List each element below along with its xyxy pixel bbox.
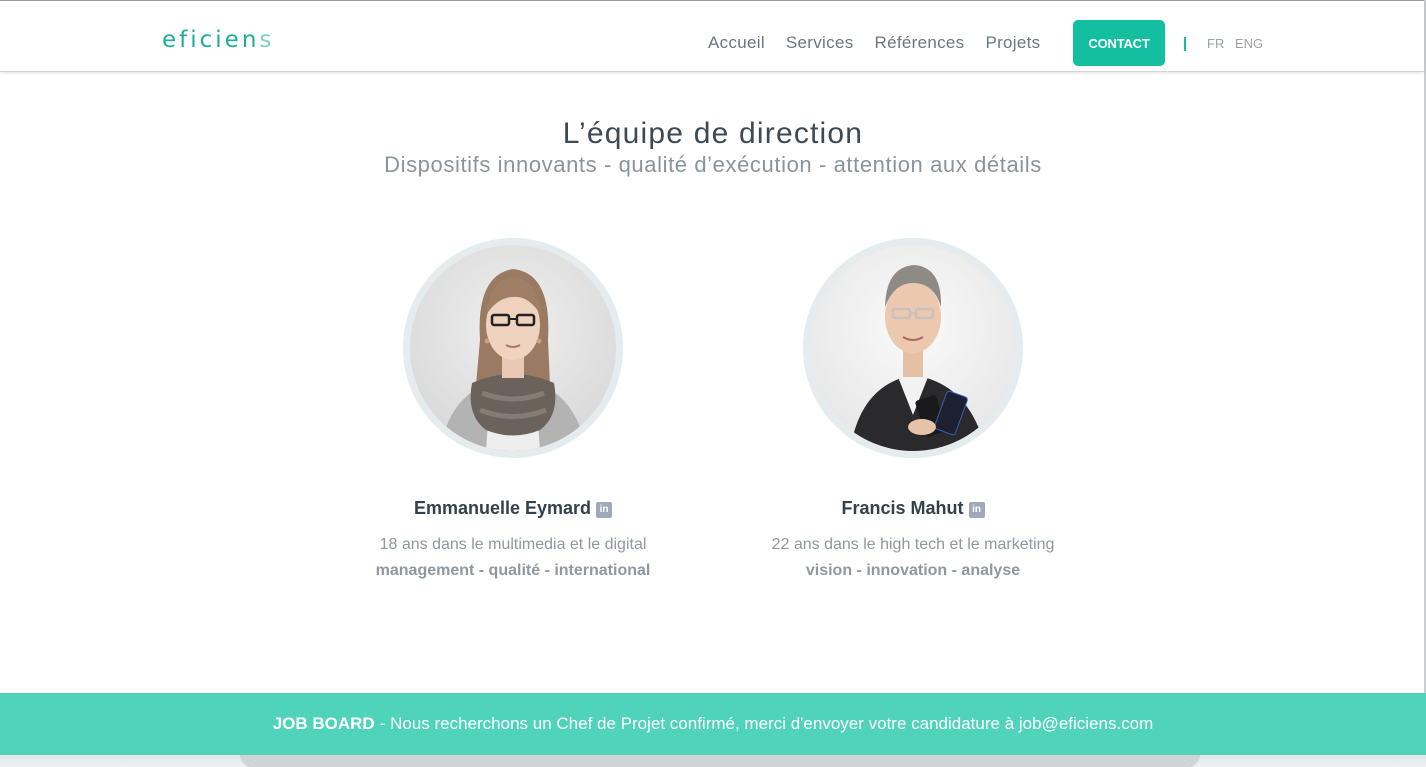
nav-references[interactable]: Références	[875, 33, 965, 53]
member-description: 18 ans dans le multimedia et le digital	[379, 536, 647, 553]
logo-main: eficien	[162, 27, 260, 53]
navbar: eficiens Accueil Services Références Pro…	[0, 1, 1424, 72]
member-name-row: Francis Mahut in	[733, 498, 1093, 519]
lang-fr-link[interactable]: FR	[1207, 36, 1224, 51]
team-member-card: Francis Mahut in 22 ans dans le high tec…	[733, 238, 1093, 580]
member-tags: management - qualité - international	[375, 562, 651, 579]
member-name: Francis Mahut	[841, 498, 964, 518]
main-nav: Accueil Services Références Projets	[708, 33, 1040, 53]
page-subtitle: Dispositifs innovants - qualité d’exécut…	[384, 152, 1042, 177]
linkedin-icon[interactable]: in	[968, 501, 985, 518]
nav-accueil[interactable]: Accueil	[708, 33, 765, 53]
team-member-card: Emmanuelle Eymard in 18 ans dans le mult…	[333, 238, 693, 580]
linkedin-icon[interactable]: in	[596, 501, 613, 518]
avatar-photo	[410, 245, 616, 451]
member-tags: vision - innovation - analyse	[805, 562, 1021, 579]
member-name-row: Emmanuelle Eymard in	[333, 498, 693, 519]
lang-eng-link[interactable]: ENG	[1235, 36, 1263, 51]
job-board-label: JOB BOARD	[272, 714, 375, 733]
nav-projets[interactable]: Projets	[985, 33, 1040, 53]
logo-tail: s	[259, 27, 275, 53]
nav-services[interactable]: Services	[786, 33, 854, 53]
footer-edge	[0, 755, 1426, 767]
member-name: Emmanuelle Eymard	[413, 498, 592, 518]
footer-shadow	[240, 755, 1200, 767]
page-title: L’équipe de direction	[562, 117, 864, 150]
job-board-text: - Nous recherchons un Chef de Projet con…	[379, 714, 1154, 733]
member-description: 22 ans dans le high tech et le marketing	[771, 536, 1055, 553]
job-board-banner[interactable]: JOB BOARD - Nous recherchons un Chef de …	[0, 693, 1426, 755]
avatar-ring	[803, 238, 1023, 458]
logo[interactable]: eficiens	[162, 27, 274, 53]
language-separator	[1184, 37, 1186, 51]
avatar-photo	[810, 245, 1016, 451]
avatar-ring	[403, 238, 623, 458]
contact-button[interactable]: CONTACT	[1073, 20, 1165, 66]
